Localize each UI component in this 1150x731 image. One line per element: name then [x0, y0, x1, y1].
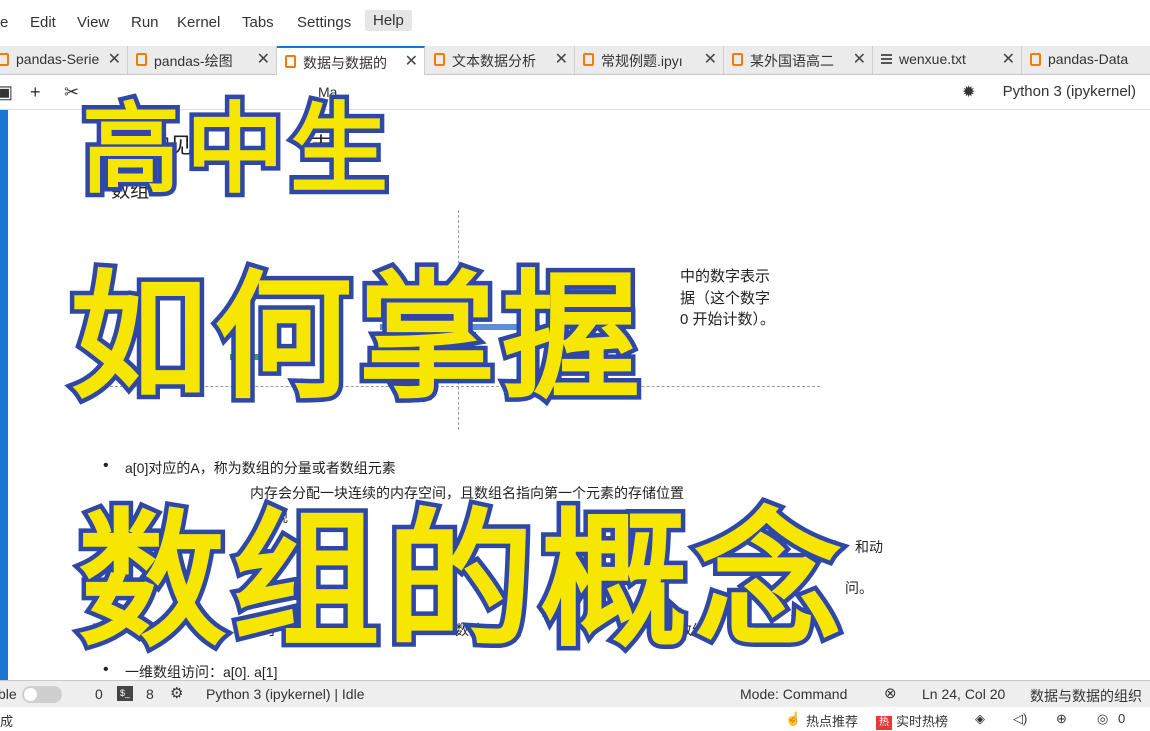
text-fragment: 中的数字表示	[680, 268, 771, 285]
notification-count: 0	[1118, 711, 1126, 726]
notebook-icon	[732, 53, 743, 66]
notebook-icon	[136, 53, 147, 66]
tab-label: pandas-Serie	[16, 51, 100, 67]
active-cell-indicator	[0, 110, 8, 680]
menu-view[interactable]: View	[77, 14, 109, 31]
tab-label: 某外国语高二	[750, 53, 834, 69]
chip-icon: ⚙	[170, 685, 184, 702]
text-fragment: 和动	[855, 539, 883, 555]
tab-pandas-dataframe[interactable]: pandas-Data	[1022, 46, 1150, 74]
close-icon[interactable]: ✕	[704, 49, 717, 69]
add-cell-icon[interactable]: +	[30, 82, 41, 103]
kernel-status[interactable]: Python 3 (ipykernel) | Idle	[206, 686, 365, 702]
overlay-title-line3: 数组的概念	[74, 491, 848, 672]
text-file-icon	[881, 53, 892, 66]
tab-label: pandas-绘图	[154, 53, 233, 69]
tab-label: 常规例题.ipyı	[601, 53, 683, 69]
menu-help[interactable]: Help	[365, 10, 412, 31]
notebook-icon	[583, 53, 594, 66]
notebook-icon	[285, 55, 296, 68]
security-icon[interactable]: ◈	[975, 711, 985, 727]
menu-tabs[interactable]: Tabs	[242, 14, 274, 31]
overlay-title-line2: 如何掌握	[65, 253, 647, 423]
volume-icon[interactable]: ◁)	[1013, 711, 1027, 727]
menu-bar: e Edit View Run Kernel Tabs Settings Hel…	[0, 0, 1150, 46]
network-icon[interactable]: ⊕	[1056, 711, 1067, 727]
close-icon[interactable]: ✕	[555, 49, 568, 69]
tab-text-analysis[interactable]: 文本数据分析 ✕	[426, 46, 575, 74]
text-fragment: 0 开始计数）。	[680, 311, 776, 328]
taskbar: 成 ☝ 热点推荐 热实时热榜 ◈ ◁) ⊕ ◎ 0	[0, 707, 1150, 731]
hot-badge-icon: 热	[876, 715, 892, 730]
kernel-name[interactable]: Python 3 (ipykernel)	[1003, 83, 1136, 100]
status-bar: ble 0 $_ 8 ⚙ Python 3 (ipykernel) | Idle…	[0, 680, 1150, 707]
hand-icon: ☝	[785, 711, 802, 726]
close-icon[interactable]: ✕	[1002, 49, 1015, 69]
menu-kernel[interactable]: Kernel	[177, 14, 220, 31]
kernel-count[interactable]: 8	[146, 686, 154, 702]
terminal-icon[interactable]: $_	[117, 686, 133, 701]
cut-icon[interactable]: ✂	[64, 82, 79, 103]
close-icon[interactable]: ✕	[108, 49, 121, 69]
overlay-title-line1: 高中生	[77, 89, 395, 212]
menu-file[interactable]: e	[0, 14, 8, 31]
menu-settings[interactable]: Settings	[297, 14, 351, 31]
hot-recommend-link[interactable]: 热点推荐	[806, 711, 858, 730]
taskbar-text: 成	[0, 714, 14, 729]
cursor-position[interactable]: Ln 24, Col 20	[922, 686, 1005, 702]
notebook-icon	[0, 53, 9, 66]
current-file: 数据与数据的组织	[1030, 688, 1142, 704]
tab-foreign-language-school[interactable]: 某外国语高二 ✕	[724, 46, 873, 74]
tab-label: pandas-Data	[1048, 51, 1129, 67]
menu-edit[interactable]: Edit	[30, 14, 56, 31]
close-icon[interactable]: ✕	[853, 49, 866, 69]
close-icon[interactable]: ✕	[257, 49, 270, 69]
notebook-mode: Mode: Command	[740, 686, 848, 702]
menu-run[interactable]: Run	[131, 14, 159, 31]
notebook-icon	[434, 53, 445, 66]
tab-label: wenxue.txt	[899, 51, 966, 67]
simple-mode-label: ble	[0, 686, 17, 702]
save-icon[interactable]: ▣	[0, 82, 13, 103]
tab-wenxue-txt[interactable]: wenxue.txt ✕	[873, 46, 1022, 74]
tab-regular-examples[interactable]: 常规例题.ipyı ✕	[575, 46, 724, 74]
terminal-count[interactable]: 0	[95, 686, 103, 702]
notebook-icon	[1030, 53, 1041, 66]
text-fragment: 问。	[845, 580, 873, 596]
hot-list-label: 实时热榜	[896, 714, 949, 729]
bug-icon[interactable]: ✹	[962, 82, 975, 102]
tab-label: 文本数据分析	[452, 53, 536, 69]
text-fragment: 据（这个数字	[680, 290, 771, 307]
hot-list-link[interactable]: 热实时热榜	[876, 711, 948, 730]
close-icon[interactable]: ✕	[405, 51, 418, 71]
shield-icon[interactable]: ⊗	[884, 684, 897, 702]
notification-icon[interactable]: ◎	[1097, 711, 1108, 727]
simple-mode-toggle[interactable]	[22, 686, 62, 703]
